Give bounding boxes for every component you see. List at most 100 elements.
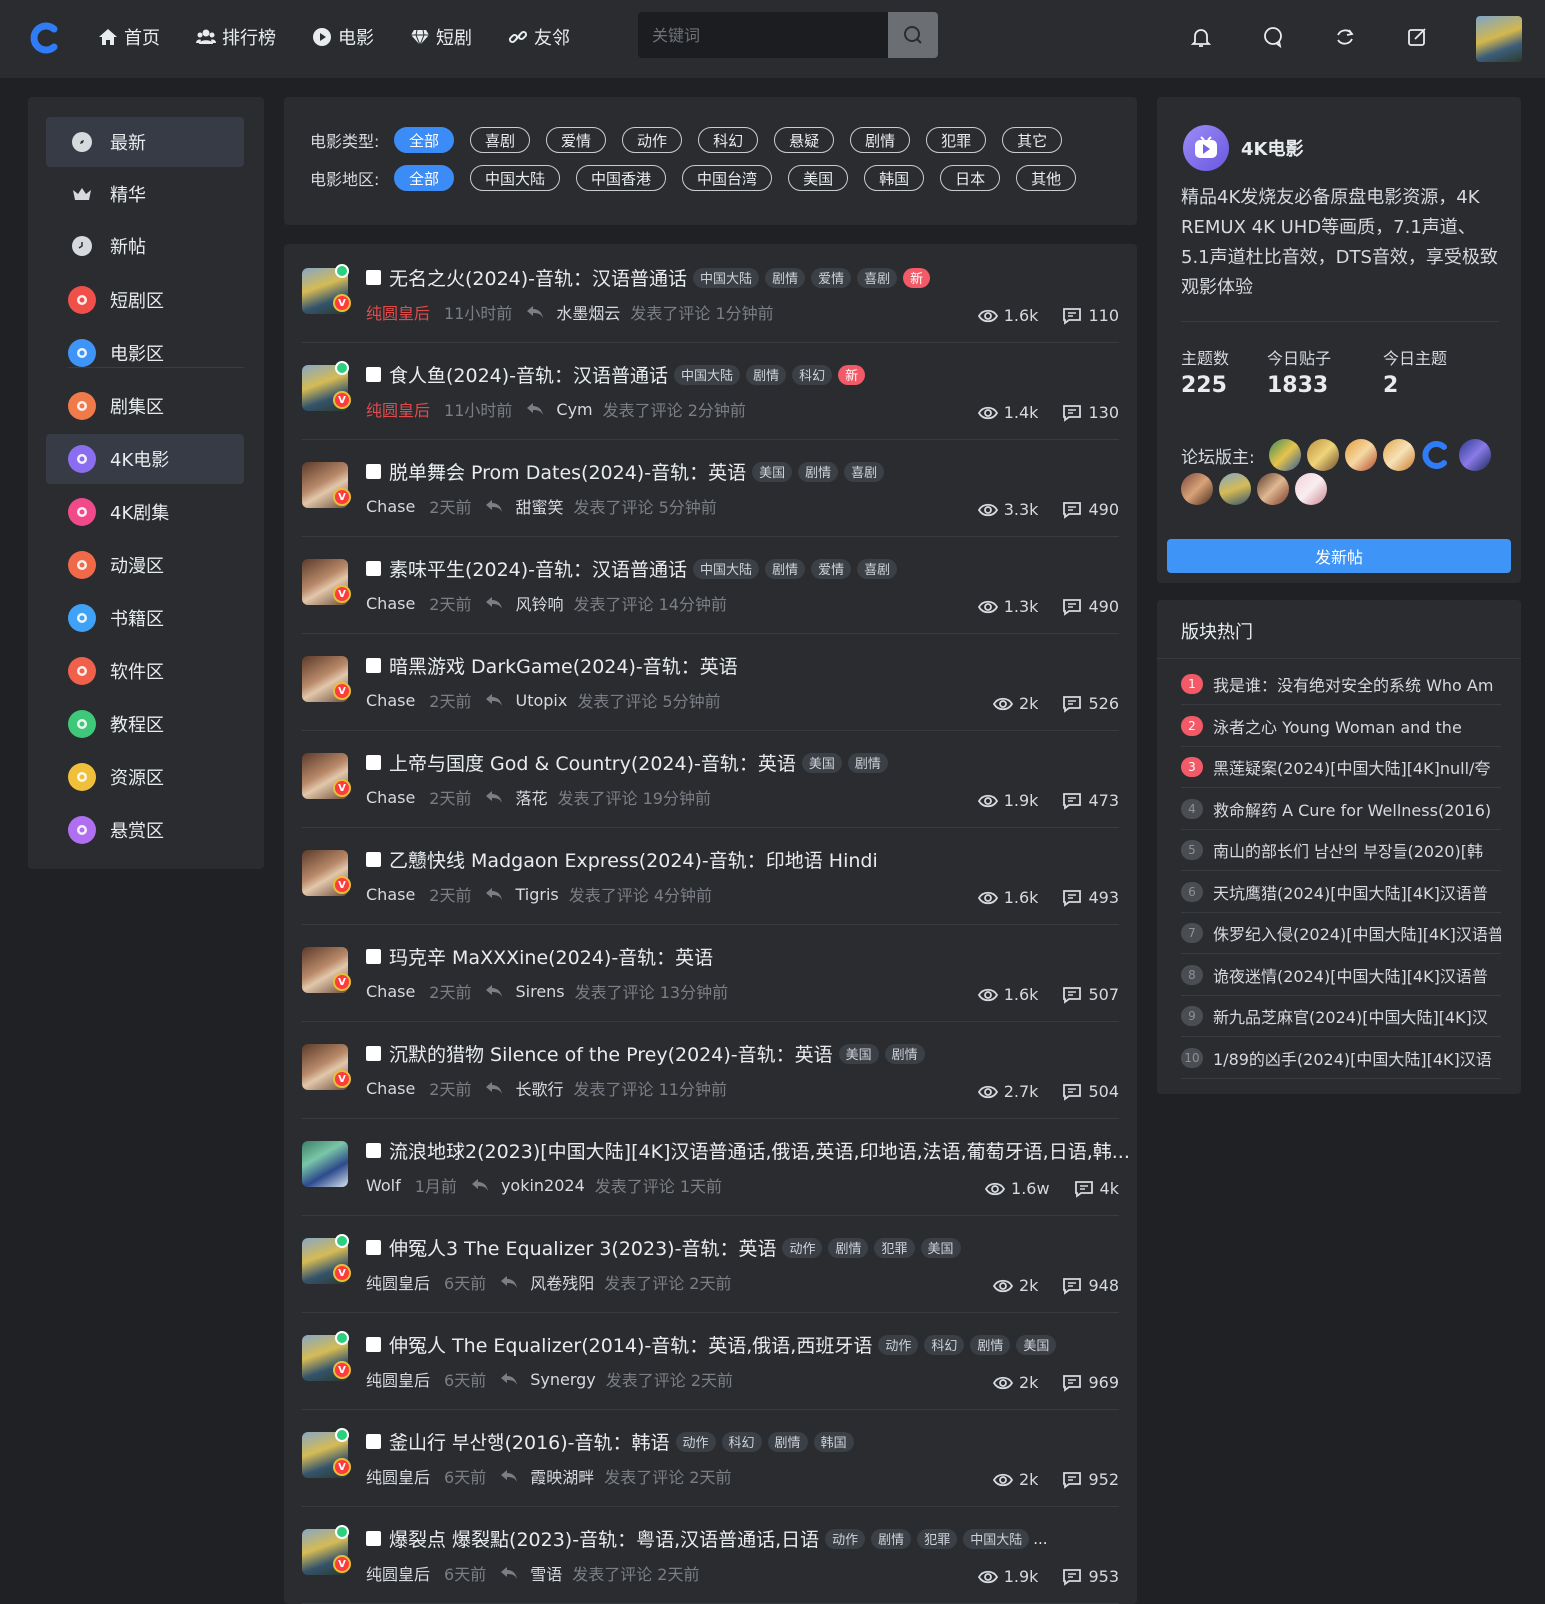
- post-title[interactable]: 沉默的猎物 Silence of the Prey(2024)-音轨：英语: [389, 1040, 833, 1067]
- post-tag[interactable]: 美国: [920, 1237, 961, 1258]
- chat-icon[interactable]: [1262, 26, 1284, 49]
- sidebar-item-8[interactable]: 动漫区: [46, 540, 244, 590]
- type-filter-pill[interactable]: 犯罪: [926, 127, 987, 153]
- post-title[interactable]: 无名之火(2024)-音轨：汉语普通话: [389, 264, 687, 291]
- moderator-avatar[interactable]: [1269, 439, 1301, 471]
- hot-topic-title[interactable]: 诡夜迷情(2024)[中国大陆][4K]汉语普: [1213, 963, 1488, 987]
- moderator-avatar[interactable]: [1181, 473, 1213, 505]
- post-row[interactable]: V 伸冤人 The Equalizer(2014)-音轨：英语,俄语,西班牙语 动作…: [302, 1313, 1119, 1410]
- hot-topic-item[interactable]: 9 新九品芝麻官(2024)[中国大陆][4K]汉: [1181, 996, 1501, 1037]
- post-tag[interactable]: 科幻: [792, 364, 833, 385]
- post-title[interactable]: 伸冤人 The Equalizer(2014)-音轨：英语,俄语,西班牙语: [389, 1331, 872, 1358]
- hot-topic-item[interactable]: 2 泳者之心 Young Woman and the: [1181, 706, 1501, 747]
- post-title[interactable]: 食人鱼(2024)-音轨：汉语普通话: [389, 361, 668, 388]
- sidebar-item-11[interactable]: 教程区: [46, 699, 244, 749]
- post-checkbox[interactable]: [366, 1046, 381, 1061]
- region-filter-pill[interactable]: 中国大陆: [470, 165, 561, 191]
- region-filter-pill[interactable]: 美国: [788, 165, 849, 191]
- post-tag[interactable]: 剧情: [970, 1334, 1011, 1355]
- post-title[interactable]: 釜山行 부산행(2016)-音轨：韩语: [389, 1428, 670, 1455]
- post-checkbox[interactable]: [366, 949, 381, 964]
- post-checkbox[interactable]: [366, 1143, 381, 1158]
- search-input[interactable]: [638, 12, 888, 58]
- post-tag[interactable]: 美国: [801, 752, 842, 773]
- post-tag[interactable]: 中国大陆: [963, 1528, 1030, 1549]
- post-tag[interactable]: 喜剧: [844, 461, 885, 482]
- hot-topic-title[interactable]: 南山的部长们 남산의 부장들(2020)[韩: [1213, 838, 1483, 862]
- region-filter-pill[interactable]: 日本: [940, 165, 1001, 191]
- post-title[interactable]: 乙戆快线 Madgaon Express(2024)-音轨：印地语 Hindi: [389, 846, 878, 873]
- post-row[interactable]: V 爆裂点 爆裂點(2023)-音轨：粤语,汉语普通话,日语 动作 剧情 犯罪 中国大陆.…: [302, 1507, 1119, 1604]
- post-tag[interactable]: 动作: [675, 1431, 716, 1452]
- author-avatar[interactable]: [302, 1141, 348, 1187]
- post-tag[interactable]: 剧情: [884, 1043, 925, 1064]
- hot-topic-title[interactable]: 侏罗纪入侵(2024)[中国大陆][4K]汉语普: [1213, 921, 1501, 945]
- sidebar-item-13[interactable]: 悬赏区: [46, 805, 244, 855]
- sidebar-item-6[interactable]: 4K电影: [46, 434, 244, 484]
- post-author[interactable]: 纯圆皇后: [366, 1464, 430, 1488]
- post-tag[interactable]: 中国大陆: [693, 267, 760, 288]
- post-tag[interactable]: 韩国: [813, 1431, 854, 1452]
- nav-ranking[interactable]: 排行榜: [196, 24, 276, 50]
- post-author[interactable]: Chase: [366, 788, 415, 807]
- post-author[interactable]: Chase: [366, 982, 415, 1001]
- post-checkbox[interactable]: [366, 658, 381, 673]
- hot-topic-item[interactable]: 1 我是谁：没有绝对安全的系统 Who Am: [1181, 664, 1501, 705]
- post-row[interactable]: V 素味平生(2024)-音轨：汉语普通话 中国大陆 剧情 爱情 喜剧 Chase 2天前 风铃…: [302, 537, 1119, 634]
- post-checkbox[interactable]: [366, 852, 381, 867]
- post-author[interactable]: 纯圆皇后: [366, 300, 430, 324]
- moderator-avatar[interactable]: [1219, 473, 1251, 505]
- type-filter-pill[interactable]: 动作: [622, 127, 683, 153]
- site-logo[interactable]: [28, 20, 64, 56]
- post-author[interactable]: Chase: [366, 691, 415, 710]
- reply-user[interactable]: 落花: [515, 785, 547, 809]
- post-row[interactable]: V 伸冤人3 The Equalizer 3(2023)-音轨：英语 动作 剧情 犯罪美…: [302, 1216, 1119, 1313]
- moderator-avatar[interactable]: [1307, 439, 1339, 471]
- sidebar-item-7[interactable]: 4K剧集: [46, 487, 244, 537]
- post-author[interactable]: 纯圆皇后: [366, 1561, 430, 1585]
- hot-topic-title[interactable]: 黑莲疑案(2024)[中国大陆][4K]null/夸: [1213, 755, 1490, 779]
- user-avatar[interactable]: [1476, 16, 1522, 62]
- sidebar-item-featured[interactable]: 精华: [46, 169, 244, 219]
- post-tag[interactable]: 中国大陆: [674, 364, 741, 385]
- post-row[interactable]: V 食人鱼(2024)-音轨：汉语普通话 中国大陆 剧情 科幻新纯圆皇后 11小时前 Cym…: [302, 343, 1119, 440]
- hot-topic-title[interactable]: 新九品芝麻官(2024)[中国大陆][4K]汉: [1213, 1004, 1488, 1028]
- hot-topic-title[interactable]: 天坑鹰猎(2024)[中国大陆][4K]汉语普: [1213, 880, 1488, 904]
- moderator-avatar[interactable]: [1295, 473, 1327, 505]
- post-tag[interactable]: 剧情: [871, 1528, 912, 1549]
- hot-topic-item[interactable]: 6 天坑鹰猎(2024)[中国大陆][4K]汉语普: [1181, 872, 1501, 913]
- post-row[interactable]: V 釜山行 부산행(2016)-音轨：韩语 动作 科幻 剧情 韩国 纯圆皇后 6天前 霞映湖畔发…: [302, 1410, 1119, 1507]
- post-title[interactable]: 暗黑游戏 DarkGame(2024)-音轨：英语: [389, 652, 738, 679]
- post-tag[interactable]: 喜剧: [857, 267, 898, 288]
- post-row[interactable]: 流浪地球2(2023)[中国大陆][4K]汉语普通话,俄语,英语,印地语,法语,…: [302, 1119, 1130, 1216]
- region-filter-pill[interactable]: 其他: [1016, 165, 1077, 191]
- post-tag[interactable]: 动作: [878, 1334, 919, 1355]
- nav-home[interactable]: 首页: [98, 24, 160, 50]
- moderator-avatar[interactable]: [1257, 473, 1289, 505]
- post-tag[interactable]: 科幻: [924, 1334, 965, 1355]
- post-tag[interactable]: 剧情: [828, 1237, 869, 1258]
- reply-user[interactable]: 雪语: [530, 1561, 562, 1585]
- edit-icon[interactable]: [1406, 26, 1428, 48]
- type-filter-pill[interactable]: 全部: [394, 127, 455, 153]
- post-checkbox[interactable]: [366, 464, 381, 479]
- post-tag[interactable]: 犯罪: [874, 1237, 915, 1258]
- hot-topic-title[interactable]: 1/89的凶手(2024)[中国大陆][4K]汉语: [1213, 1046, 1492, 1070]
- type-filter-pill[interactable]: 悬疑: [774, 127, 835, 153]
- post-tag[interactable]: 爱情: [811, 558, 852, 579]
- post-title[interactable]: 伸冤人3 The Equalizer 3(2023)-音轨：英语: [389, 1234, 776, 1261]
- hot-topic-item[interactable]: 8 诡夜迷情(2024)[中国大陆][4K]汉语普: [1181, 955, 1501, 996]
- post-checkbox[interactable]: [366, 1337, 381, 1352]
- hot-topic-item[interactable]: 4 救命解药 A Cure for Wellness(2016): [1181, 789, 1501, 830]
- hot-topic-item[interactable]: 7 侏罗纪入侵(2024)[中国大陆][4K]汉语普: [1181, 913, 1501, 954]
- post-tag[interactable]: 剧情: [746, 364, 787, 385]
- type-filter-pill[interactable]: 其它: [1002, 127, 1063, 153]
- sidebar-item-10[interactable]: 软件区: [46, 646, 244, 696]
- type-filter-pill[interactable]: 爱情: [546, 127, 607, 153]
- hot-topic-item[interactable]: 10 1/89的凶手(2024)[中国大陆][4K]汉语: [1181, 1038, 1501, 1079]
- post-checkbox[interactable]: [366, 1531, 381, 1546]
- nav-friends[interactable]: 友邻: [508, 24, 570, 50]
- type-filter-pill[interactable]: 喜剧: [470, 127, 531, 153]
- post-title[interactable]: 上帝与国度 God & Country(2024)-音轨：英语: [389, 749, 796, 776]
- post-tag[interactable]: 剧情: [847, 752, 888, 773]
